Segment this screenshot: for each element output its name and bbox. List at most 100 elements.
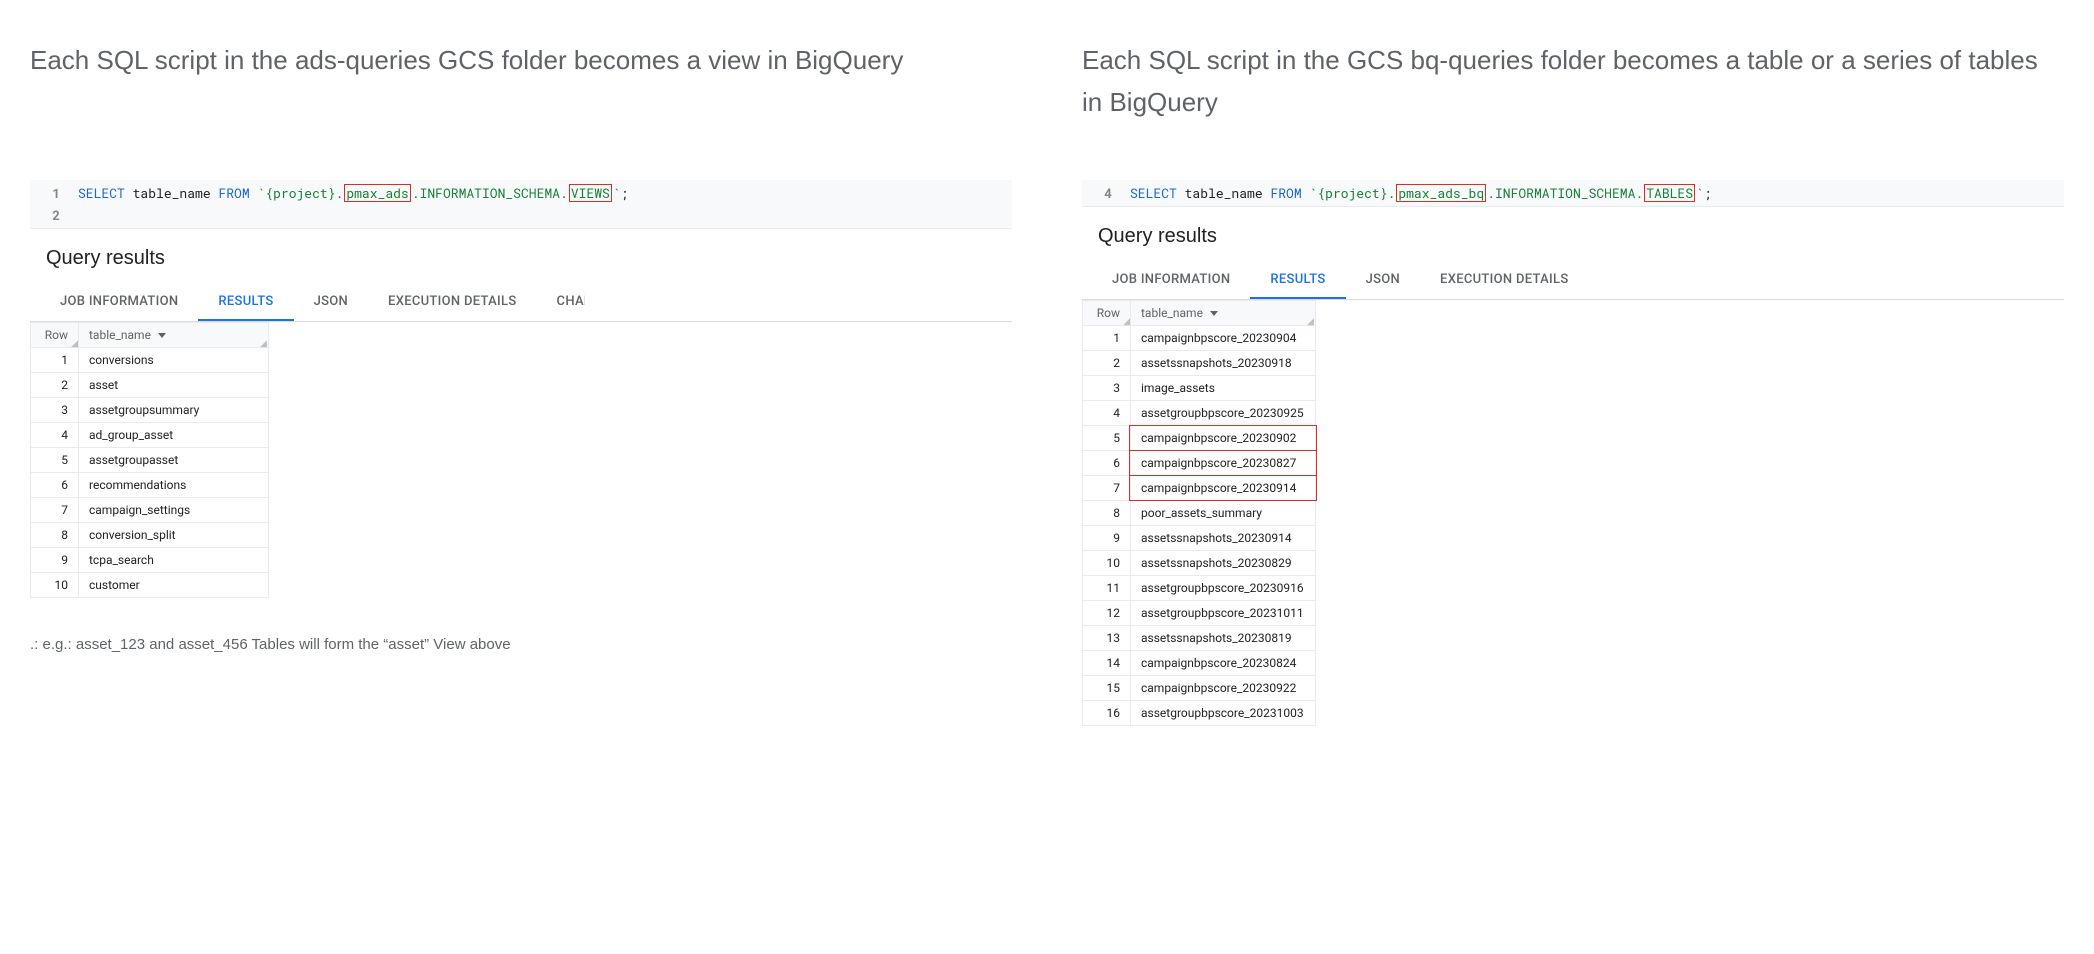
cell-table-name: assetssnapshots_20230819	[1131, 626, 1316, 651]
row-number: 7	[31, 498, 79, 523]
line-number: 2	[30, 204, 78, 226]
kw-select: SELECT	[78, 184, 125, 202]
kw-from: FROM	[1270, 184, 1301, 202]
tab-execution-details[interactable]: EXECUTION DETAILS	[368, 284, 536, 321]
table-row[interactable]: 2asset	[31, 373, 269, 398]
table-row[interactable]: 4ad_group_asset	[31, 423, 269, 448]
tab-results[interactable]: RESULTS	[198, 284, 293, 321]
resize-handle-icon[interactable]: ◢	[70, 339, 78, 347]
table-row[interactable]: 7campaignbpscore_20230914	[1083, 476, 1316, 501]
col-header-row[interactable]: Row ◢	[1083, 301, 1131, 326]
highlight-box	[1129, 450, 1317, 476]
dot: .	[560, 184, 568, 202]
tab-job-information[interactable]: JOB INFORMATION	[1092, 262, 1250, 299]
table-row[interactable]: 14campaignbpscore_20230824	[1083, 651, 1316, 676]
table-row[interactable]: 9tcpa_search	[31, 548, 269, 573]
row-number: 10	[31, 573, 79, 598]
row-number: 6	[1083, 451, 1131, 476]
cell-table-name: tcpa_search	[79, 548, 269, 573]
table-row[interactable]: 8conversion_split	[31, 523, 269, 548]
results-tabs: JOB INFORMATION RESULTS JSON EXECUTION D…	[1082, 262, 2064, 300]
row-number: 2	[31, 373, 79, 398]
cell-table-name: assetssnapshots_20230914	[1131, 526, 1316, 551]
line-number: 1	[30, 182, 78, 204]
cell-table-name: campaignbpscore_20230904	[1131, 326, 1316, 351]
cell-table-name: poor_assets_summary	[1131, 501, 1316, 526]
table-row[interactable]: 10customer	[31, 573, 269, 598]
resize-handle-icon[interactable]: ◢	[260, 339, 268, 347]
table-row[interactable]: 3assetgroupsummary	[31, 398, 269, 423]
table-row[interactable]: 4assetgroupbpscore_20230925	[1083, 401, 1316, 426]
table-row[interactable]: 1conversions	[31, 348, 269, 373]
results-table-right: Row ◢ table_name ◢ 1campaignbpscore_2023…	[1082, 300, 1316, 726]
cell-table-name: ad_group_asset	[79, 423, 269, 448]
kw-from: FROM	[218, 184, 249, 202]
cell-table-name: campaignbpscore_20230902	[1131, 426, 1316, 451]
cell-table-name: recommendations	[79, 473, 269, 498]
target-box: VIEWS	[569, 184, 612, 202]
col-header-row[interactable]: Row ◢	[31, 323, 79, 348]
sort-caret-icon[interactable]	[158, 333, 166, 338]
row-number: 12	[1083, 601, 1131, 626]
row-number: 1	[1083, 326, 1131, 351]
table-row[interactable]: 10assetssnapshots_20230829	[1083, 551, 1316, 576]
table-row[interactable]: 5assetgroupasset	[31, 448, 269, 473]
table-row[interactable]: 7campaign_settings	[31, 498, 269, 523]
row-number: 16	[1083, 701, 1131, 726]
tab-job-information[interactable]: JOB INFORMATION	[40, 284, 198, 321]
tab-chart[interactable]: CHART	[537, 284, 585, 321]
right-sql-editor[interactable]: 4 SELECT table_name FROM `{project}.pmax…	[1082, 180, 2064, 207]
dot: .	[1487, 184, 1495, 202]
query-results-title: Query results	[1082, 207, 2064, 262]
table-row[interactable]: 1campaignbpscore_20230904	[1083, 326, 1316, 351]
left-sql-editor[interactable]: 1 SELECT table_name FROM `{project}.pmax…	[30, 180, 1012, 229]
row-number: 4	[31, 423, 79, 448]
table-row[interactable]: 15campaignbpscore_20230922	[1083, 676, 1316, 701]
tab-json[interactable]: JSON	[294, 284, 368, 321]
dot: .	[1388, 184, 1396, 202]
backtick: `	[613, 184, 621, 202]
col-header-table-name[interactable]: table_name ◢	[1131, 301, 1316, 326]
cell-table-name: campaign_settings	[79, 498, 269, 523]
cell-table-name: assetssnapshots_20230829	[1131, 551, 1316, 576]
cell-table-name: assetgroupbpscore_20231003	[1131, 701, 1316, 726]
code-line-1: 1 SELECT table_name FROM `{project}.pmax…	[30, 182, 1012, 204]
sort-caret-icon[interactable]	[1210, 311, 1218, 316]
tab-execution-details[interactable]: EXECUTION DETAILS	[1420, 262, 1588, 299]
cell-table-name: conversions	[79, 348, 269, 373]
table-row[interactable]: 8poor_assets_summary	[1083, 501, 1316, 526]
tab-json[interactable]: JSON	[1346, 262, 1420, 299]
cell-table-name: assetgroupbpscore_20230916	[1131, 576, 1316, 601]
table-row[interactable]: 13assetssnapshots_20230819	[1083, 626, 1316, 651]
dot: .	[412, 184, 420, 202]
row-number: 7	[1083, 476, 1131, 501]
table-row[interactable]: 6campaignbpscore_20230827	[1083, 451, 1316, 476]
table-row[interactable]: 11assetgroupbpscore_20230916	[1083, 576, 1316, 601]
table-row[interactable]: 3image_assets	[1083, 376, 1316, 401]
cell-table-name: campaignbpscore_20230827	[1131, 451, 1316, 476]
tab-results[interactable]: RESULTS	[1250, 262, 1345, 299]
cell-table-name: assetgroupsummary	[79, 398, 269, 423]
code-line-2: 2	[30, 204, 1012, 226]
table-row[interactable]: 2assetssnapshots_20230918	[1083, 351, 1316, 376]
highlight-box	[1129, 425, 1317, 451]
row-number: 5	[31, 448, 79, 473]
cell-table-name: asset	[79, 373, 269, 398]
table-row[interactable]: 12assetgroupbpscore_20231011	[1083, 601, 1316, 626]
row-number: 8	[1083, 501, 1131, 526]
table-row[interactable]: 9assetssnapshots_20230914	[1083, 526, 1316, 551]
resize-handle-icon[interactable]: ◢	[1307, 317, 1315, 325]
cell-table-name: conversion_split	[79, 523, 269, 548]
cell-table-name: campaignbpscore_20230914	[1131, 476, 1316, 501]
row-number: 15	[1083, 676, 1131, 701]
table-row[interactable]: 16assetgroupbpscore_20231003	[1083, 701, 1316, 726]
line-number: 4	[1082, 182, 1130, 204]
cell-table-name: image_assets	[1131, 376, 1316, 401]
col-header-table-name[interactable]: table_name ◢	[79, 323, 269, 348]
project-placeholder: {project}	[1317, 184, 1387, 202]
table-row[interactable]: 5campaignbpscore_20230902	[1083, 426, 1316, 451]
row-number: 2	[1083, 351, 1131, 376]
resize-handle-icon[interactable]: ◢	[1122, 317, 1130, 325]
dot: .	[1635, 184, 1643, 202]
table-row[interactable]: 6recommendations	[31, 473, 269, 498]
